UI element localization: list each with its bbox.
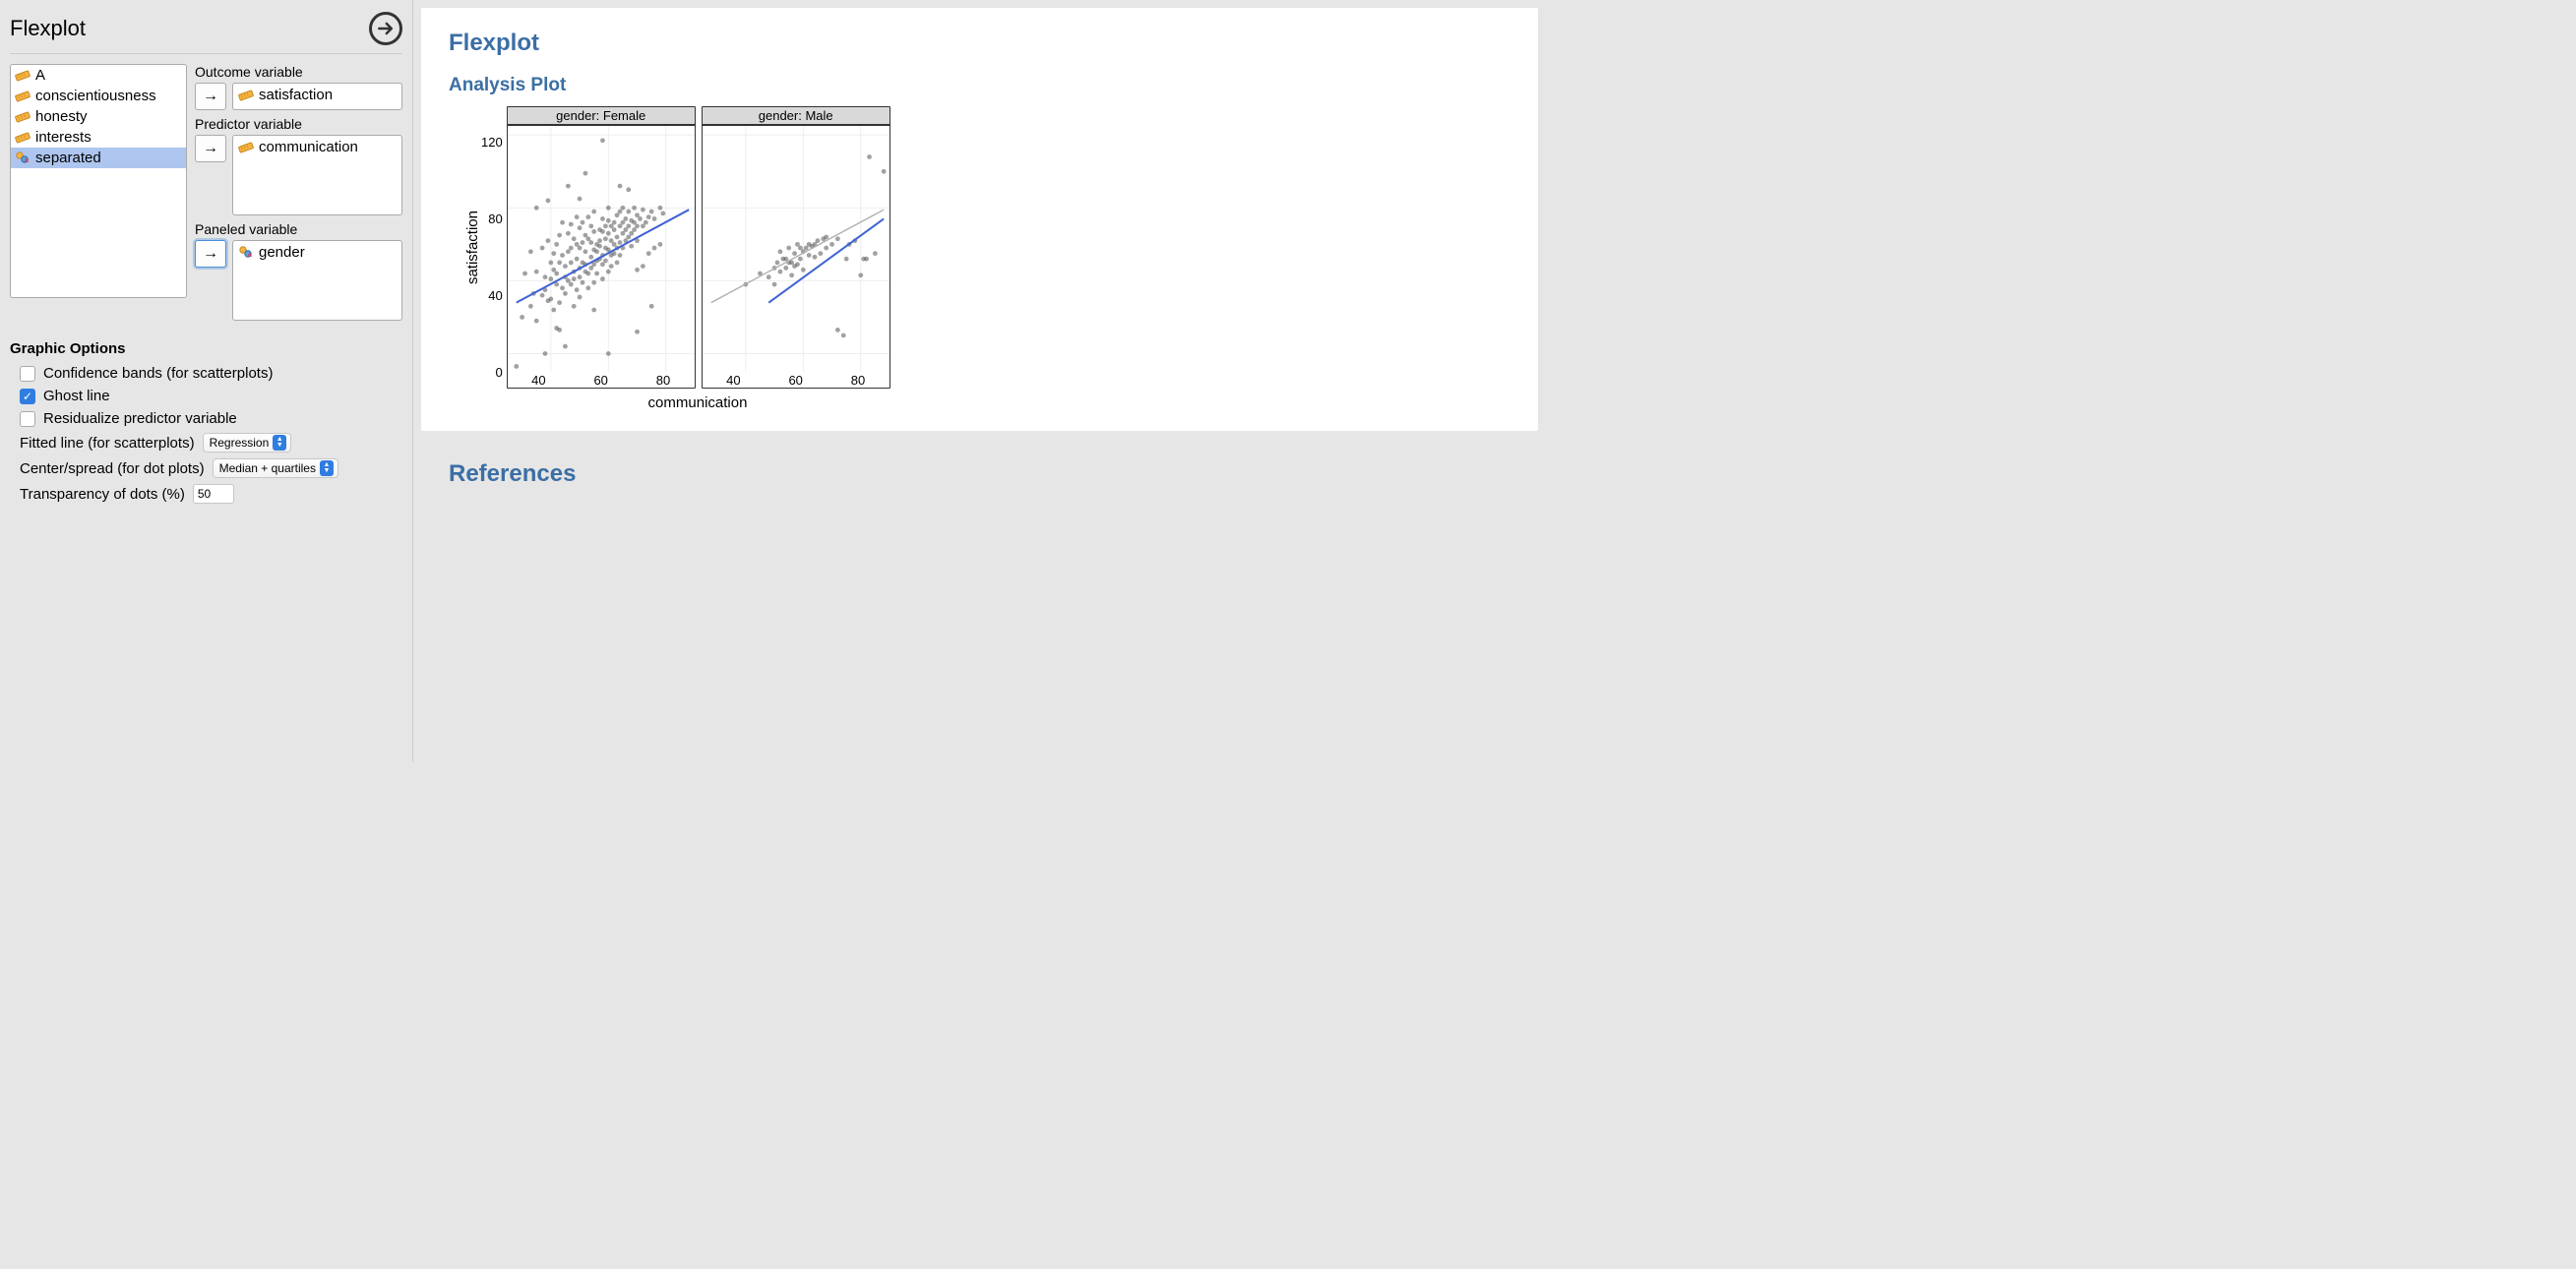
facet-header: gender: Male bbox=[703, 107, 889, 125]
list-item[interactable]: A bbox=[11, 65, 186, 86]
assign-predictor-button[interactable]: → bbox=[195, 135, 226, 162]
confidence-checkbox[interactable] bbox=[20, 366, 35, 382]
predictor-label: Predictor variable bbox=[195, 116, 402, 132]
results-panel: Flexplot Analysis Plot satisfaction 1208… bbox=[413, 0, 1546, 762]
list-item[interactable]: separated bbox=[11, 148, 186, 168]
list-item[interactable]: interests bbox=[11, 127, 186, 148]
fitted-line-select[interactable]: Regression ▲▼ bbox=[203, 433, 292, 453]
confidence-label: Confidence bands (for scatterplots) bbox=[43, 365, 273, 382]
list-item[interactable]: conscientiousness bbox=[11, 86, 186, 106]
outcome-label: Outcome variable bbox=[195, 64, 402, 80]
nominal-icon bbox=[238, 245, 254, 261]
graphic-options-title: Graphic Options bbox=[10, 340, 402, 357]
fitted-line-label: Fitted line (for scatterplots) bbox=[20, 435, 195, 452]
ruler-icon bbox=[238, 140, 254, 155]
ruler-icon bbox=[238, 88, 254, 103]
center-spread-label: Center/spread (for dot plots) bbox=[20, 460, 205, 477]
chevron-updown-icon: ▲▼ bbox=[273, 435, 286, 451]
ruler-icon bbox=[15, 68, 31, 84]
y-axis-label: satisfaction bbox=[460, 211, 481, 284]
paneled-item: gender bbox=[236, 243, 399, 262]
chart-facet: gender: Male 406080 bbox=[702, 106, 890, 389]
paneled-label: Paneled variable bbox=[195, 221, 402, 237]
options-panel: Flexplot Aconscientiousnesshonestyintere… bbox=[0, 0, 413, 762]
run-button[interactable] bbox=[369, 12, 402, 45]
ruler-icon bbox=[15, 109, 31, 125]
analysis-plot-title: Analysis Plot bbox=[449, 75, 1510, 96]
ghost-checkbox[interactable] bbox=[20, 389, 35, 404]
nominal-icon bbox=[15, 151, 31, 166]
ghost-label: Ghost line bbox=[43, 388, 110, 404]
references-title: References bbox=[449, 460, 1510, 488]
list-item[interactable]: honesty bbox=[11, 106, 186, 127]
outcome-item: satisfaction bbox=[236, 86, 399, 104]
arrow-right-icon bbox=[376, 19, 396, 38]
predictor-dropbox[interactable]: communication bbox=[232, 135, 402, 215]
facet-header: gender: Female bbox=[508, 107, 695, 125]
x-axis-ticks: 406080 bbox=[508, 371, 695, 388]
assign-paneled-button[interactable]: → bbox=[195, 240, 226, 268]
output-card: Flexplot Analysis Plot satisfaction 1208… bbox=[421, 8, 1538, 431]
x-axis-label: communication bbox=[508, 394, 888, 411]
ruler-icon bbox=[15, 130, 31, 146]
facet-body bbox=[703, 125, 889, 371]
variables-list[interactable]: Aconscientiousnesshonestyinterestssepara… bbox=[10, 64, 187, 298]
output-title: Flexplot bbox=[449, 30, 1510, 57]
outcome-dropbox[interactable]: satisfaction bbox=[232, 83, 402, 110]
center-spread-select[interactable]: Median + quartiles ▲▼ bbox=[213, 458, 338, 478]
transparency-input[interactable] bbox=[193, 484, 234, 504]
facet-body bbox=[508, 125, 695, 371]
panel-title: Flexplot bbox=[10, 16, 86, 41]
y-axis-ticks: 12080400 bbox=[481, 135, 507, 381]
predictor-item: communication bbox=[236, 138, 399, 156]
transparency-label: Transparency of dots (%) bbox=[20, 486, 185, 503]
chevron-updown-icon: ▲▼ bbox=[320, 460, 334, 476]
chart-facet: gender: Female 406080 bbox=[507, 106, 696, 389]
assign-outcome-button[interactable]: → bbox=[195, 83, 226, 110]
residualize-label: Residualize predictor variable bbox=[43, 410, 237, 427]
ruler-icon bbox=[15, 89, 31, 104]
x-axis-ticks: 406080 bbox=[703, 371, 889, 388]
paneled-dropbox[interactable]: gender bbox=[232, 240, 402, 321]
residualize-checkbox[interactable] bbox=[20, 411, 35, 427]
analysis-plot: satisfaction 12080400 gender: Female 406… bbox=[460, 106, 1510, 389]
